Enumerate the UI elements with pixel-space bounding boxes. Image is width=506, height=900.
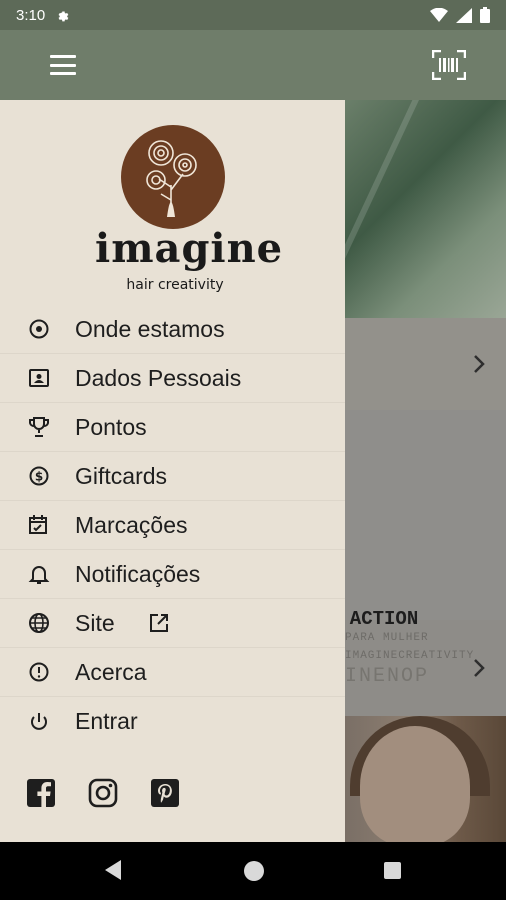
svg-text:$: $ xyxy=(35,470,43,484)
promo-line2: IMAGINECREATIVITY xyxy=(345,650,475,662)
menu-item-site[interactable]: Site xyxy=(0,599,345,648)
back-icon[interactable] xyxy=(104,859,122,881)
menu-item-entrar[interactable]: Entrar xyxy=(0,697,345,746)
social-links xyxy=(26,778,180,808)
settings-gear-icon xyxy=(58,11,69,22)
power-icon xyxy=(31,712,47,730)
promo-big-text: INENOP xyxy=(345,665,430,688)
menu-item-label: Acerca xyxy=(75,658,147,685)
contact-card-icon xyxy=(29,369,49,387)
content-spacer xyxy=(345,410,506,620)
logo-tree-emblem xyxy=(121,125,225,229)
menu-item-label: Marcações xyxy=(75,511,188,538)
barcode-scan-icon[interactable] xyxy=(432,50,466,80)
hamburger-icon[interactable] xyxy=(50,55,76,75)
instagram-icon[interactable] xyxy=(88,778,118,808)
menu-item-label: Notificações xyxy=(75,560,201,587)
content-card[interactable] xyxy=(345,318,506,410)
promo-card[interactable]: R ACTION PARA MULHER IMAGINECREATIVITY I… xyxy=(345,608,506,716)
globe-icon xyxy=(29,613,49,633)
status-bar: 3:10 xyxy=(0,0,506,30)
logo-tagline: hair creativity xyxy=(126,277,224,293)
bell-icon xyxy=(28,566,50,584)
pinterest-icon[interactable] xyxy=(150,778,180,808)
menu-item-onde-estamos[interactable]: Onde estamos xyxy=(0,305,345,354)
menu-item-giftcards[interactable]: $ Giftcards xyxy=(0,452,345,501)
banner-image xyxy=(345,100,506,318)
menu-item-label: Onde estamos xyxy=(75,315,225,342)
external-link-icon xyxy=(150,614,168,632)
promo-line1: PARA MULHER xyxy=(345,632,429,644)
status-time: 3:10 xyxy=(16,6,46,24)
menu-item-label: Site xyxy=(75,609,115,636)
drawer-menu: Onde estamos Dados Pessoais Pontos $ Gif… xyxy=(0,305,345,746)
recent-apps-icon[interactable] xyxy=(384,862,401,879)
menu-item-label: Giftcards xyxy=(75,462,168,489)
location-pin-icon xyxy=(29,319,49,339)
battery-icon xyxy=(480,7,490,23)
trophy-icon xyxy=(29,417,49,437)
dollar-coin-icon: $ xyxy=(29,466,49,486)
menu-item-acerca[interactable]: Acerca xyxy=(0,648,345,697)
navigation-drawer: imagine hair creativity Onde estamos Dad… xyxy=(0,100,345,842)
wifi-icon xyxy=(430,8,448,22)
chevron-right-icon xyxy=(474,355,485,373)
logo-wordmark: imagine xyxy=(95,225,284,272)
app-bar xyxy=(0,30,506,100)
info-alert-icon xyxy=(29,662,49,682)
menu-item-pontos[interactable]: Pontos xyxy=(0,403,345,452)
menu-item-dados-pessoais[interactable]: Dados Pessoais xyxy=(0,354,345,403)
calendar-check-icon xyxy=(29,515,47,534)
menu-item-marcacoes[interactable]: Marcações xyxy=(0,501,345,550)
cell-signal-icon xyxy=(456,7,472,23)
promo-title: R ACTION xyxy=(345,608,419,630)
model-photo xyxy=(345,716,506,842)
facebook-icon[interactable] xyxy=(26,778,56,808)
main-content-dimmed: R ACTION PARA MULHER IMAGINECREATIVITY I… xyxy=(345,100,506,842)
menu-item-notificacoes[interactable]: Notificações xyxy=(0,550,345,599)
menu-item-label: Pontos xyxy=(75,413,147,440)
brand-logo: imagine hair creativity xyxy=(95,125,284,300)
home-icon[interactable] xyxy=(244,861,264,881)
menu-item-label: Entrar xyxy=(75,708,138,734)
menu-item-label: Dados Pessoais xyxy=(75,364,242,391)
system-nav-bar xyxy=(0,842,506,900)
chevron-right-icon xyxy=(474,659,485,677)
